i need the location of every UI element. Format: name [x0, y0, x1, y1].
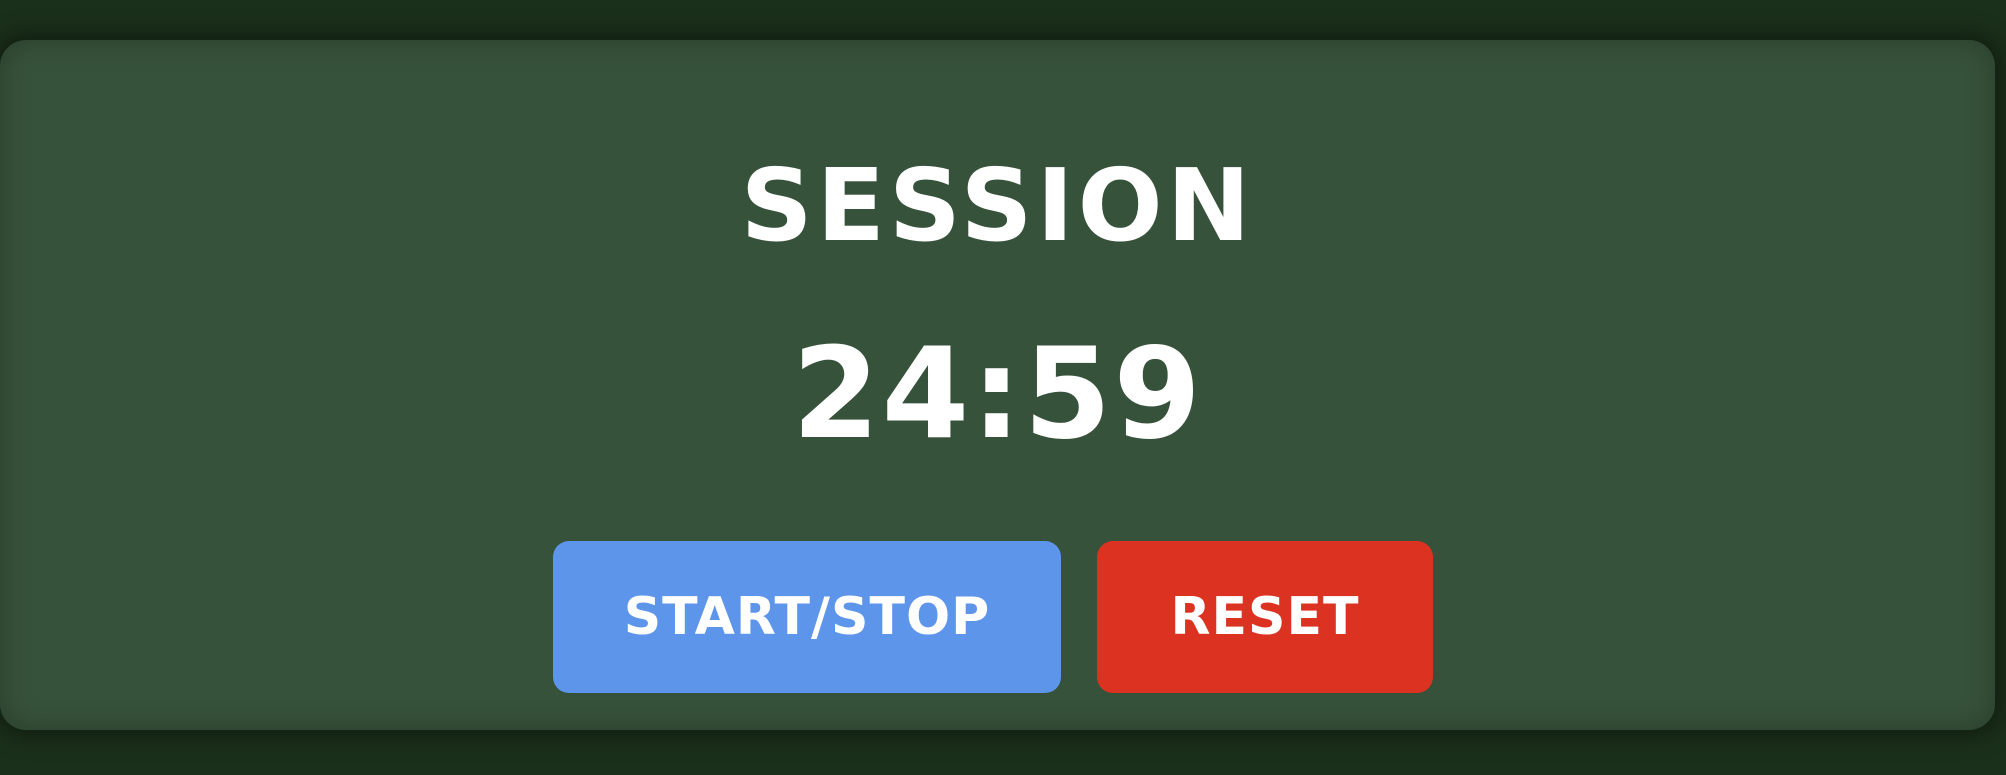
timer-panel: SESSION 24:59 START/STOP RESET	[0, 40, 1995, 730]
reset-button[interactable]: RESET	[1097, 541, 1433, 693]
start-stop-button[interactable]: START/STOP	[553, 541, 1061, 693]
time-left-display: 24:59	[791, 320, 1204, 467]
timer-label: SESSION	[740, 147, 1255, 264]
